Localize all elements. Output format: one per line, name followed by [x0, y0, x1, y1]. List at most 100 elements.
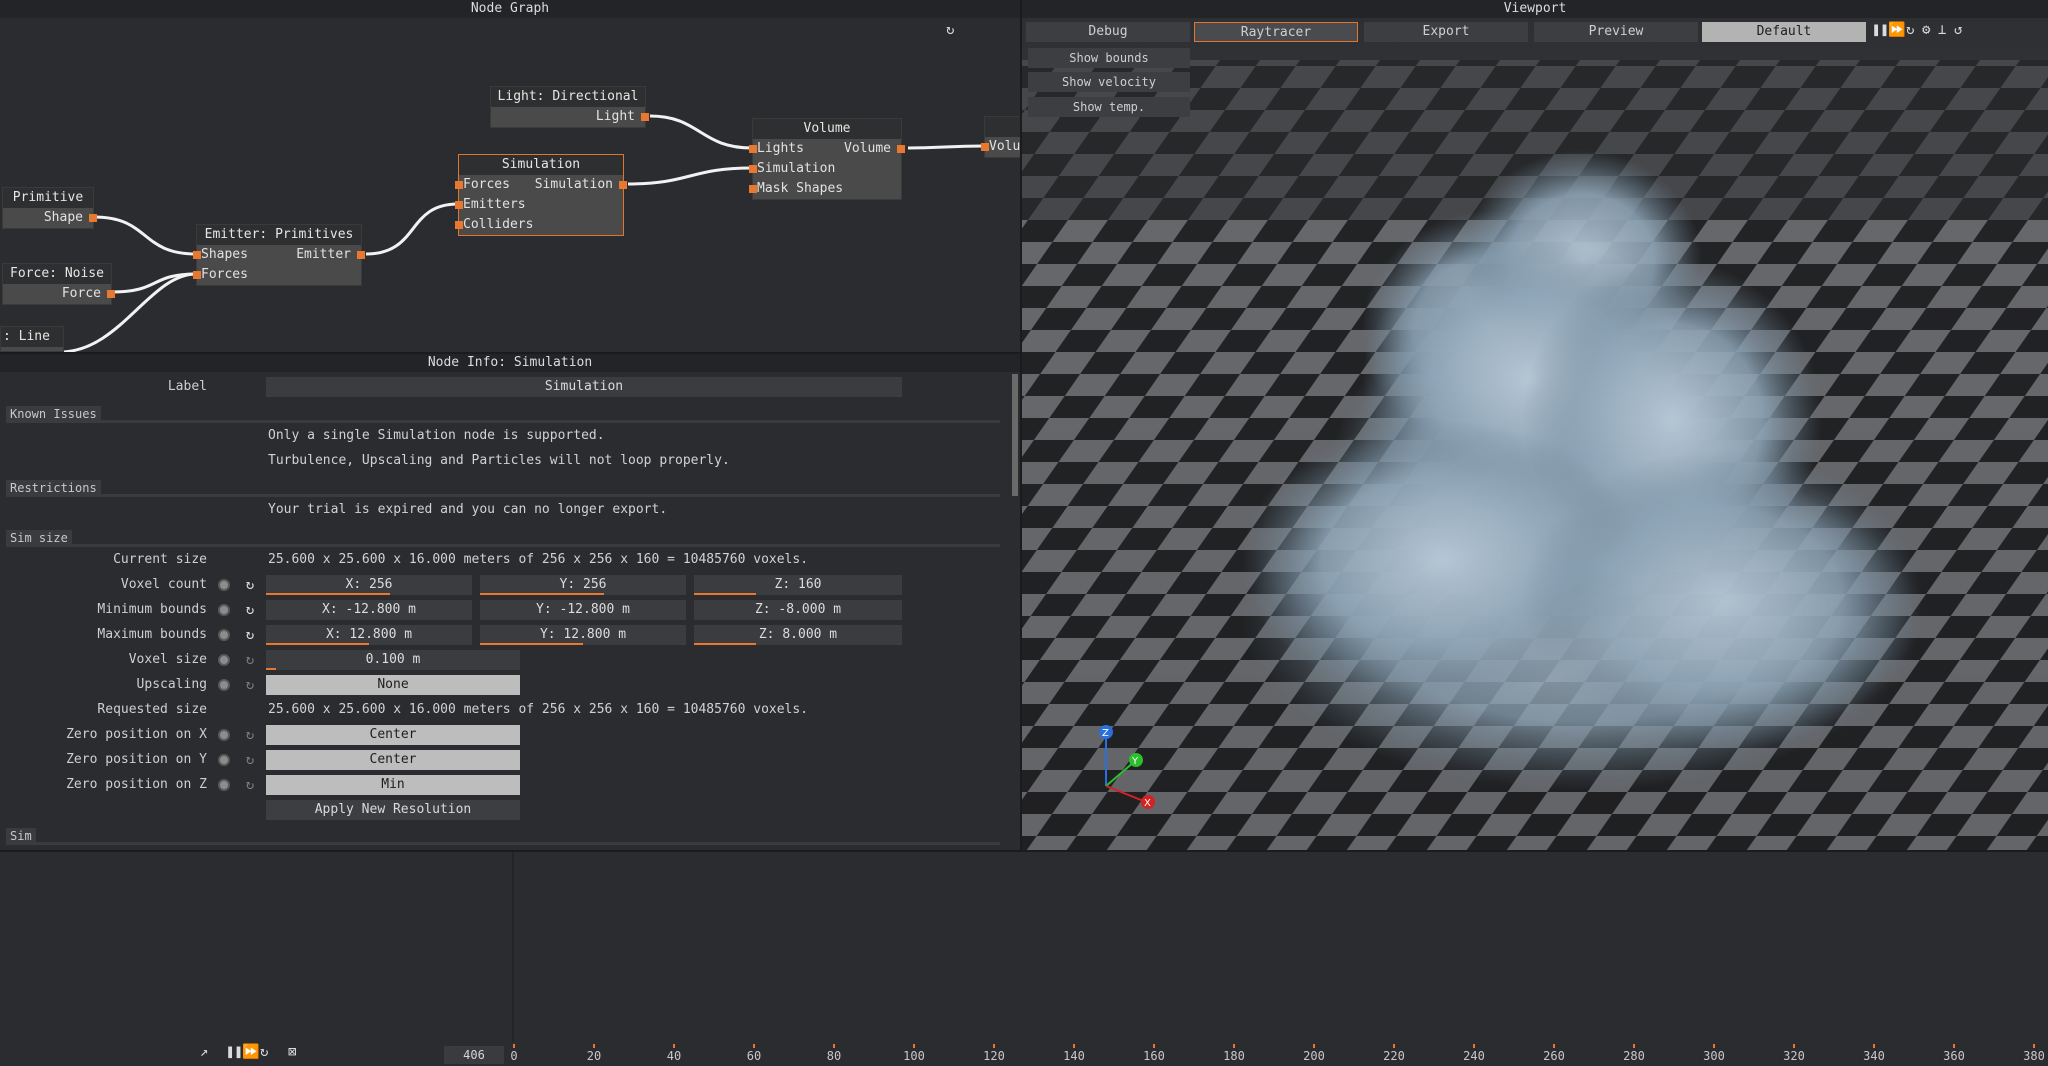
output-pin[interactable] — [619, 181, 627, 189]
output-pin[interactable] — [357, 251, 365, 259]
output-pin[interactable] — [897, 145, 905, 153]
reset-icon[interactable]: ↻ — [242, 752, 258, 768]
node-light-directional[interactable]: Light: Directional Light — [490, 86, 649, 128]
keyframe-toggle[interactable] — [218, 604, 230, 616]
node-force-line[interactable]: : Line — [0, 326, 64, 352]
port-light[interactable]: Light — [491, 107, 649, 127]
reset-icon[interactable]: ↻ — [242, 777, 258, 793]
node-force-noise[interactable]: Force: Noise Force — [2, 263, 115, 305]
reset-icon[interactable]: ↻ — [242, 577, 258, 593]
show-bounds-button[interactable]: Show bounds — [1028, 48, 1190, 68]
loop-icon[interactable]: ↻ — [1906, 22, 1914, 38]
port-label: Lights — [757, 141, 804, 156]
tab-preview[interactable]: Preview — [1534, 22, 1698, 42]
fast-forward-icon[interactable]: ⏩ — [1888, 22, 1905, 38]
keyframe-toggle[interactable] — [218, 579, 230, 591]
input-pin[interactable] — [455, 201, 463, 209]
zero-y-select[interactable]: Center — [266, 750, 520, 770]
input-pin[interactable] — [455, 181, 463, 189]
min-bounds-x[interactable]: X: -12.800 m — [266, 600, 472, 620]
input-pin[interactable] — [749, 145, 757, 153]
tab-export[interactable]: Export — [1364, 22, 1528, 42]
graph-icon[interactable]: ↗ — [200, 1044, 208, 1060]
port-force[interactable]: Force — [3, 284, 115, 304]
tick-mark — [1073, 1044, 1075, 1048]
tab-default[interactable]: Default — [1702, 22, 1866, 42]
keyframe-toggle[interactable] — [218, 629, 230, 641]
keyframe-toggle[interactable] — [218, 654, 230, 666]
zero-z-select[interactable]: Min — [266, 775, 520, 795]
voxel-size-input[interactable]: 0.100 m — [266, 650, 520, 670]
gear-icon[interactable]: ⚙ — [1922, 22, 1930, 38]
node-primitive[interactable]: Primitive Shape — [2, 187, 97, 229]
input-pin[interactable] — [749, 165, 757, 173]
reset-icon[interactable]: ↻ — [242, 677, 258, 693]
voxel-count-x[interactable]: X: 256 — [266, 575, 472, 595]
node-simulation[interactable]: Simulation Forces Simulation Emitters Col… — [455, 154, 627, 236]
tab-debug[interactable]: Debug — [1026, 22, 1190, 42]
apply-new-resolution-button[interactable]: Apply New Resolution — [266, 800, 520, 820]
port-lights[interactable]: Lights Volume — [749, 139, 905, 159]
output-pin[interactable] — [107, 290, 115, 298]
port-mask-shapes[interactable]: Mask Shapes — [749, 179, 901, 199]
keyframe-toggle[interactable] — [218, 779, 230, 791]
tab-raytracer[interactable]: Raytracer — [1194, 22, 1358, 42]
axis-icon[interactable]: ⊥ — [1938, 22, 1946, 38]
reset-icon[interactable]: ↻ — [242, 727, 258, 743]
output-pin[interactable] — [641, 113, 649, 121]
show-velocity-button[interactable]: Show velocity — [1028, 72, 1190, 92]
port-forces[interactable]: Forces — [193, 265, 361, 285]
node-graph-panel[interactable]: Node Graph ↻ Primitive Shape Force: Nois… — [0, 0, 1022, 352]
section-divider — [6, 420, 1000, 423]
reset-icon[interactable]: ↻ — [242, 627, 258, 643]
keyframe-toggle[interactable] — [218, 679, 230, 691]
tick-label: 20 — [586, 1049, 602, 1063]
zero-x-select[interactable]: Center — [266, 725, 520, 745]
fast-forward-icon[interactable]: ⏩ — [242, 1044, 259, 1060]
port-simulation[interactable]: Simulation — [749, 159, 901, 179]
port-shapes[interactable]: Shapes Emitter — [193, 245, 365, 265]
pause-icon[interactable]: ❚❚ — [1872, 22, 1889, 38]
tick-label: 40 — [666, 1049, 682, 1063]
port-emitters[interactable]: Emitters — [455, 195, 623, 215]
show-temp-button[interactable]: Show temp. — [1028, 97, 1190, 117]
node-volume-output[interactable]: Volu — [981, 116, 1020, 158]
min-bounds-y[interactable]: Y: -12.800 m — [480, 600, 686, 620]
voxel-size-label: Voxel size — [128, 652, 207, 667]
input-pin[interactable] — [455, 221, 463, 229]
viewport-panel[interactable]: Viewport Debug Raytracer Export Preview … — [1022, 0, 2048, 850]
scrollbar[interactable] — [1012, 374, 1018, 496]
reset-icon[interactable]: ↻ — [242, 652, 258, 668]
pause-icon[interactable]: ❚❚ — [226, 1044, 243, 1060]
timeline-panel[interactable]: ↗ ❚❚ ⏩ ↻ ⊠ 406 0 20 40 60 80 100 120 140 160 180 2… — [0, 850, 2048, 1066]
upscaling-select[interactable]: None — [266, 675, 520, 695]
keyframe-toggle[interactable] — [218, 729, 230, 741]
min-bounds-z[interactable]: Z: -8.000 m — [694, 600, 902, 620]
voxel-count-y[interactable]: Y: 256 — [480, 575, 686, 595]
input-pin[interactable] — [749, 185, 757, 193]
output-pin[interactable] — [89, 214, 97, 222]
frame-counter[interactable]: 406 — [444, 1046, 504, 1064]
max-bounds-z[interactable]: Z: 8.000 m — [694, 625, 902, 645]
requested-size-value: 25.600 x 25.600 x 16.000 meters of 256 x… — [268, 702, 809, 717]
input-pin[interactable] — [193, 251, 201, 259]
port-colliders[interactable]: Colliders — [455, 215, 623, 235]
port-volume[interactable]: Volu — [981, 137, 1020, 157]
max-bounds-y[interactable]: Y: 12.800 m — [480, 625, 686, 645]
node-emitter-primitives[interactable]: Emitter: Primitives Shapes Emitter Forces — [193, 224, 365, 286]
keyframe-toggle[interactable] — [218, 754, 230, 766]
reset-icon[interactable]: ↻ — [242, 602, 258, 618]
label-input[interactable]: Simulation — [266, 377, 902, 397]
port-forces[interactable]: Forces Simulation — [455, 175, 627, 195]
loop-icon[interactable]: ↻ — [260, 1044, 268, 1060]
port-shape[interactable]: Shape — [3, 208, 97, 228]
reset-view-icon[interactable]: ↺ — [1954, 22, 1962, 38]
input-pin[interactable] — [193, 271, 201, 279]
voxel-count-z[interactable]: Z: 160 — [694, 575, 902, 595]
tick-mark — [993, 1044, 995, 1048]
input-pin[interactable] — [981, 143, 989, 151]
close-box-icon[interactable]: ⊠ — [288, 1044, 296, 1060]
tick-mark — [513, 1044, 515, 1048]
node-volume[interactable]: Volume Lights Volume Simulation Mask Shap… — [749, 118, 905, 200]
max-bounds-x[interactable]: X: 12.800 m — [266, 625, 472, 645]
